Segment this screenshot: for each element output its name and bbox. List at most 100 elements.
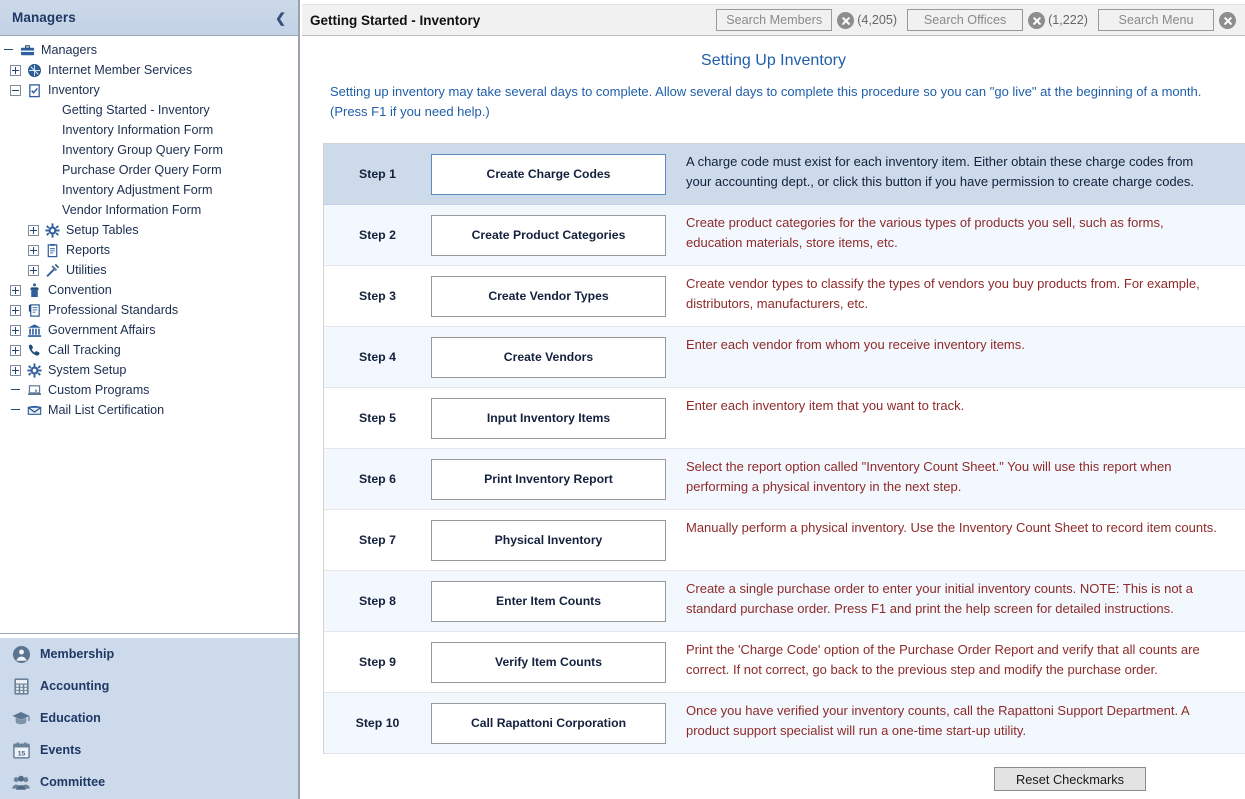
expand-plus-icon[interactable] bbox=[28, 264, 39, 276]
expand-plus-icon[interactable] bbox=[10, 284, 21, 296]
tree-item-inventory-information-form[interactable]: Inventory Information Form bbox=[0, 120, 298, 140]
tree-item-label: Inventory Adjustment Form bbox=[62, 183, 213, 197]
step-row: Step 3 Create Vendor Types Create vendor t… bbox=[324, 266, 1245, 327]
step-description: Create product categories for the variou… bbox=[686, 215, 1164, 250]
nav-item-education[interactable]: Education bbox=[0, 702, 298, 734]
tree-item-purchase-order-query-form[interactable]: Purchase Order Query Form bbox=[0, 160, 298, 180]
tree-item-convention[interactable]: Convention bbox=[0, 280, 298, 300]
tree-item-internet-member-services[interactable]: Internet Member Services bbox=[0, 60, 298, 80]
reset-checkmarks-button[interactable]: Reset Checkmarks bbox=[994, 767, 1146, 791]
step-action-button[interactable]: Enter Item Counts bbox=[431, 580, 666, 622]
search-menu-clear-icon[interactable] bbox=[1219, 11, 1236, 29]
calendar-icon: 15 bbox=[10, 740, 32, 760]
tree-item-utilities[interactable]: Utilities bbox=[0, 260, 298, 280]
gear-icon bbox=[25, 362, 43, 378]
main-panel: Getting Started - Inventory Search Membe… bbox=[302, 0, 1245, 799]
step-button-cell: Enter Item Counts bbox=[431, 571, 676, 631]
tree-item-getting-started-inventory[interactable]: Getting Started - Inventory bbox=[0, 100, 298, 120]
step-number-label: Step 6 bbox=[359, 472, 396, 486]
search-offices-input[interactable]: Search Offices bbox=[907, 9, 1024, 31]
tree-item-label: Getting Started - Inventory bbox=[62, 103, 210, 117]
nav-item-accounting[interactable]: Accounting bbox=[0, 670, 298, 702]
tree-item-system-setup[interactable]: System Setup bbox=[0, 360, 298, 380]
step-button-cell: Call Rapattoni Corporation bbox=[431, 693, 676, 753]
nav-item-events[interactable]: 15 Events bbox=[0, 734, 298, 766]
tree-item-custom-programs[interactable]: Custom Programs bbox=[0, 380, 298, 400]
tree-item-label: Call Tracking bbox=[48, 343, 121, 357]
search-menu-input[interactable]: Search Menu bbox=[1098, 9, 1214, 31]
globe-network-icon bbox=[25, 62, 43, 78]
tree-item-call-tracking[interactable]: Call Tracking bbox=[0, 340, 298, 360]
step-action-button[interactable]: Verify Item Counts bbox=[431, 641, 666, 683]
gear-icon bbox=[43, 222, 61, 238]
expand-plus-icon[interactable] bbox=[10, 324, 21, 336]
tree-item-inventory-adjustment-form[interactable]: Inventory Adjustment Form bbox=[0, 180, 298, 200]
tools-icon bbox=[43, 262, 61, 278]
step-number-label: Step 9 bbox=[359, 655, 396, 669]
tree-item-label: System Setup bbox=[48, 363, 127, 377]
sidebar-header: Managers ❮ bbox=[0, 0, 298, 36]
expand-plus-icon[interactable] bbox=[10, 344, 21, 356]
tree-item-setup-tables[interactable]: Setup Tables bbox=[0, 220, 298, 240]
search-members-input[interactable]: Search Members bbox=[716, 9, 833, 31]
step-number-label: Step 5 bbox=[359, 411, 396, 425]
step-action-button[interactable]: Physical Inventory bbox=[431, 519, 666, 561]
step-action-button[interactable]: Create Vendors bbox=[431, 336, 666, 378]
nav-item-label: Committee bbox=[40, 775, 106, 789]
search-members-clear-icon[interactable] bbox=[837, 11, 855, 29]
step-button-cell: Create Product Categories bbox=[431, 205, 676, 265]
report-clipboard-icon bbox=[43, 242, 61, 258]
tree-item-label: Mail List Certification bbox=[48, 403, 165, 417]
step-action-button[interactable]: Create Product Categories bbox=[431, 214, 666, 256]
step-number-label: Step 2 bbox=[359, 228, 396, 242]
expand-plus-icon[interactable] bbox=[10, 64, 21, 76]
search-members-count: (4,205) bbox=[857, 13, 898, 27]
tree-item-label: Internet Member Services bbox=[48, 63, 193, 77]
step-action-button[interactable]: Input Inventory Items bbox=[431, 397, 666, 439]
tree-item-inventory[interactable]: Inventory bbox=[0, 80, 298, 100]
step-row: Step 7 Physical Inventory Manually perform… bbox=[324, 510, 1245, 571]
step-action-button[interactable]: Create Vendor Types bbox=[431, 275, 666, 317]
chevron-left-icon[interactable]: ❮ bbox=[275, 11, 286, 24]
module-nav-list: Membership Accounting Education 15 Events Com… bbox=[0, 637, 298, 799]
expand-plus-icon[interactable] bbox=[28, 224, 39, 236]
step-row: Step 2 Create Product Categories Create pr… bbox=[324, 205, 1245, 266]
tree-item-label: Managers bbox=[41, 43, 98, 57]
step-number-label: Step 8 bbox=[359, 594, 396, 608]
step-row: Step 8 Enter Item Counts Create a single p… bbox=[324, 571, 1245, 632]
collapse-minus-icon[interactable] bbox=[10, 84, 21, 96]
calculator-icon bbox=[10, 676, 32, 696]
step-action-button[interactable]: Call Rapattoni Corporation bbox=[431, 702, 666, 744]
navigation-tree[interactable]: Managers Internet Member Services Inventor… bbox=[0, 36, 298, 634]
expand-plus-icon[interactable] bbox=[10, 364, 21, 376]
tree-item-government-affairs[interactable]: Government Affairs bbox=[0, 320, 298, 340]
expand-plus-icon[interactable] bbox=[10, 304, 21, 316]
nav-item-membership[interactable]: Membership bbox=[0, 638, 298, 670]
tree-item-label: Inventory Information Form bbox=[62, 123, 214, 137]
nav-item-committee[interactable]: Committee bbox=[0, 766, 298, 798]
expand-plus-icon[interactable] bbox=[28, 244, 39, 256]
tree-spacer bbox=[10, 405, 21, 416]
step-row: Step 4 Create Vendors Enter each vendor fr… bbox=[324, 327, 1245, 388]
tree-item-vendor-information-form[interactable]: Vendor Information Form bbox=[0, 200, 298, 220]
step-number-label: Step 3 bbox=[359, 289, 396, 303]
podium-icon bbox=[25, 282, 43, 298]
tree-item-reports[interactable]: Reports bbox=[0, 240, 298, 260]
tree-item-professional-standards[interactable]: Professional Standards bbox=[0, 300, 298, 320]
step-number-label: Step 4 bbox=[359, 350, 396, 364]
top-toolbar: Getting Started - Inventory Search Membe… bbox=[302, 4, 1245, 36]
graduation-cap-icon bbox=[10, 708, 32, 728]
tree-item-label: Inventory bbox=[48, 83, 100, 97]
tree-spacer bbox=[3, 45, 14, 56]
tree-item-managers[interactable]: Managers bbox=[0, 40, 298, 60]
tree-item-inventory-group-query-form[interactable]: Inventory Group Query Form bbox=[0, 140, 298, 160]
step-action-button[interactable]: Print Inventory Report bbox=[431, 458, 666, 500]
tree-item-label: Inventory Group Query Form bbox=[62, 143, 223, 157]
tree-item-mail-list-certification[interactable]: Mail List Certification bbox=[0, 400, 298, 420]
step-number-label: Step 7 bbox=[359, 533, 396, 547]
step-action-button[interactable]: Create Charge Codes bbox=[431, 153, 666, 195]
search-offices-clear-icon[interactable] bbox=[1028, 11, 1046, 29]
search-offices-count: (1,222) bbox=[1048, 13, 1088, 27]
envelope-icon bbox=[25, 402, 43, 418]
step-number-label: Step 10 bbox=[355, 716, 400, 730]
